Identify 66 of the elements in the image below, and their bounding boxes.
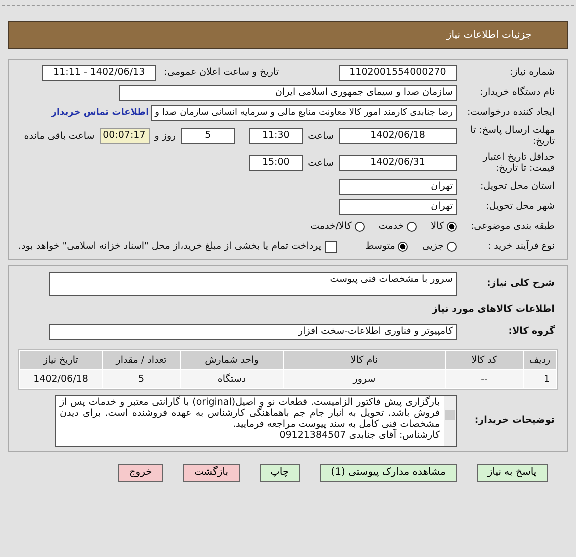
buyer-contact-link[interactable]: اطلاعات تماس خریدار <box>52 108 150 118</box>
column-header: تعداد / مقدار <box>103 351 180 369</box>
radio-button[interactable] <box>407 222 418 232</box>
announce-date-field: 1402/06/13 - 11:11 <box>42 64 156 80</box>
action-button[interactable]: مشاهده مدارک پیوستی (1) <box>320 464 457 482</box>
table-cell: -- <box>446 370 523 388</box>
page-title: جزئیات اطلاعات نیاز <box>446 30 532 40</box>
field-label: شرح کلی نیاز: <box>486 278 556 290</box>
column-header: تاریخ نیاز <box>20 351 102 369</box>
field-label: مهلت ارسال پاسخ: تا تاریخ: <box>470 124 556 148</box>
scroll-bar[interactable] <box>444 396 456 446</box>
table-cell: 1 <box>524 370 556 388</box>
field-label: حداقل تاریخ اعتبار قیمت: تا تاریخ: <box>482 152 556 174</box>
deadline-time-field: 11:30 <box>249 128 304 144</box>
field-label: تاریخ و ساعت اعلان عمومی: <box>164 67 279 78</box>
field-label: ساعت <box>308 158 334 168</box>
field-label: توضیحات خریدار: <box>474 415 556 427</box>
radio-button[interactable] <box>447 242 457 252</box>
radio-button[interactable] <box>398 242 408 252</box>
field-label: ایجاد کننده درخواست: <box>466 106 556 118</box>
radio-button[interactable] <box>447 222 457 232</box>
action-button[interactable]: چاپ <box>260 464 300 482</box>
field-label: شهر محل تحویل: <box>485 200 556 212</box>
table-cell: دستگاه <box>181 370 283 388</box>
remaining-time-field: 00:07:17 <box>100 128 150 144</box>
need-number-field: 1102001554000270 <box>339 64 457 80</box>
field-label: شماره نیاز: <box>508 66 556 78</box>
field-label: استان محل تحویل: <box>479 180 556 192</box>
column-header: نام کالا <box>284 351 445 369</box>
description-field: سرور با مشخصات فنی پیوست <box>49 272 457 296</box>
province-field: تهران <box>339 178 457 194</box>
creator-field: رضا جنابدی کارمند امور کالا معاونت منابع مالی و سرمایه انسانی سازمان صدا و <box>151 104 457 120</box>
radio-label: متوسط <box>365 241 396 252</box>
column-header: کد کالا <box>446 351 523 369</box>
section-title: اطلاعات کالاهای مورد نیاز <box>432 304 556 315</box>
deadline-date-field: 1402/06/18 <box>339 128 457 144</box>
action-button[interactable]: پاسخ به نیاز <box>476 464 548 482</box>
radio-label: کالا/خدمت <box>310 221 352 232</box>
field-label: ساعت باقی مانده <box>24 130 95 142</box>
action-button[interactable]: بازگشت <box>183 464 240 482</box>
field-label: ساعت <box>308 130 334 142</box>
radio-label: خدمت <box>378 221 404 232</box>
radio-label: کالا <box>431 221 444 232</box>
goods-group-field: کامپیوتر و فناوری اطلاعات-سخت افزار <box>49 324 457 340</box>
notes-text: بارگزاری پیش فاکتور الزامیست. قطعات نو و اصیل(original) با گارانتی معتبر و خدمات پس از فروش باشد. تحویل به انبار جام جم باهماهنگی کارشناس به عهده فروشنده است. برای دیدن مشخصات فنی کامل به سند پیوست مراجعه فرمایید. <box>60 397 440 430</box>
city-field: تهران <box>339 198 457 214</box>
field-label: طبقه بندی موضوعی: <box>470 220 556 232</box>
contact-text: کارشناس: آقای جنابدی 09121384507 <box>280 430 440 441</box>
table-cell: 1402/06/18 <box>20 370 102 388</box>
checkbox[interactable] <box>325 240 338 252</box>
column-header: واحد شمارش <box>181 351 283 369</box>
table-cell: 5 <box>103 370 180 388</box>
table-cell: سرور <box>284 370 445 388</box>
field-label: نام دستگاه خریدار: <box>479 86 556 98</box>
action-button[interactable]: خروج <box>118 464 164 482</box>
radio-label: جزیی <box>422 241 444 252</box>
validity-time-field: 15:00 <box>249 155 304 171</box>
validity-date-field: 1402/06/31 <box>339 155 457 171</box>
buyer-field: سازمان صدا و سیمای جمهوری اسلامی ایران <box>119 84 457 100</box>
days-field: 5 <box>181 128 236 144</box>
radio-button[interactable] <box>354 222 365 232</box>
column-header: ردیف <box>524 351 556 369</box>
field-label: نوع فرآیند خرید : <box>486 240 556 252</box>
field-label: روز و <box>154 130 176 142</box>
field-label: گروه کالا: <box>508 326 556 338</box>
checkbox-label: پرداخت تمام یا بخشی از مبلغ خرید،از محل "اسناد خزانه اسلامی" خواهد بود. <box>18 241 322 252</box>
